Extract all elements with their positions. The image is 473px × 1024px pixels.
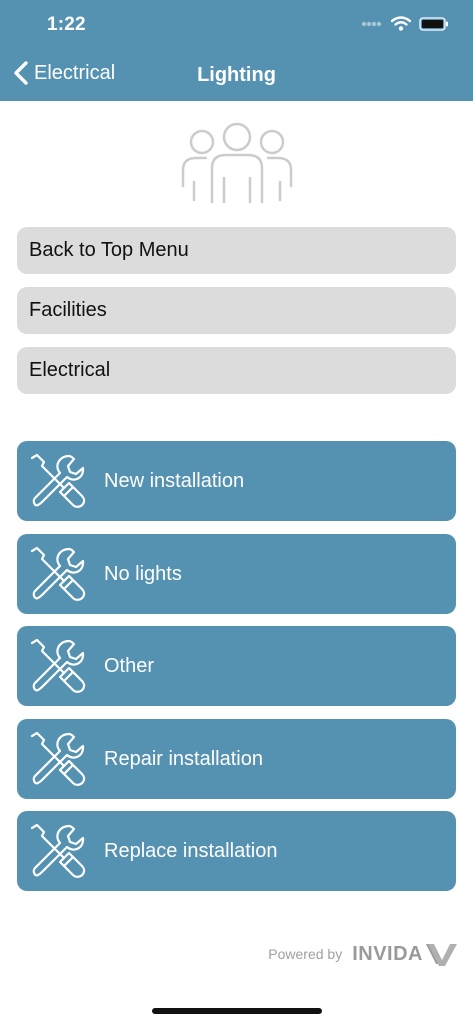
action-label: No lights bbox=[104, 562, 182, 585]
wifi-icon bbox=[391, 16, 411, 31]
header: 1:22 Electrical Lighting bbox=[0, 0, 473, 101]
action-replace-installation[interactable]: Replace installation bbox=[17, 811, 456, 891]
tools-icon bbox=[30, 638, 86, 693]
action-label: Replace installation bbox=[104, 839, 278, 862]
home-indicator[interactable] bbox=[152, 1008, 322, 1014]
action-other[interactable]: Other bbox=[17, 626, 456, 706]
action-label: Other bbox=[104, 654, 155, 677]
signal-dots-icon bbox=[361, 21, 382, 26]
action-no-lights[interactable]: No lights bbox=[17, 534, 456, 614]
back-to-top-menu-button[interactable]: Back to Top Menu bbox=[17, 227, 456, 274]
breadcrumb-facilities-button[interactable]: Facilities bbox=[17, 287, 456, 334]
action-label: New installation bbox=[104, 469, 245, 492]
powered-by-footer: Powered by INVIDA bbox=[268, 942, 459, 966]
brand-logo: INVIDA bbox=[352, 942, 459, 966]
tools-icon bbox=[30, 453, 86, 508]
brand-chevron-icon bbox=[426, 944, 457, 966]
brand-name: INVIDA bbox=[352, 942, 423, 965]
tools-icon bbox=[30, 546, 86, 601]
people-group-icon bbox=[181, 122, 293, 204]
tools-icon bbox=[30, 731, 86, 786]
action-label: Repair installation bbox=[104, 747, 263, 770]
breadcrumb-label: Facilities bbox=[29, 299, 107, 321]
status-icons bbox=[361, 16, 449, 31]
battery-icon bbox=[419, 16, 448, 31]
breadcrumb-label: Back to Top Menu bbox=[29, 239, 189, 261]
breadcrumb-electrical-button[interactable]: Electrical bbox=[17, 347, 456, 394]
tools-icon bbox=[30, 823, 86, 878]
action-new-installation[interactable]: New installation bbox=[17, 441, 456, 521]
screen: 1:22 Electrical Lighting Back to Top Men… bbox=[0, 0, 473, 1024]
powered-by-text: Powered by bbox=[268, 946, 343, 962]
breadcrumb-label: Electrical bbox=[29, 359, 111, 381]
action-repair-installation[interactable]: Repair installation bbox=[17, 719, 456, 799]
status-time: 1:22 bbox=[47, 14, 86, 35]
page-title: Lighting bbox=[197, 64, 276, 86]
